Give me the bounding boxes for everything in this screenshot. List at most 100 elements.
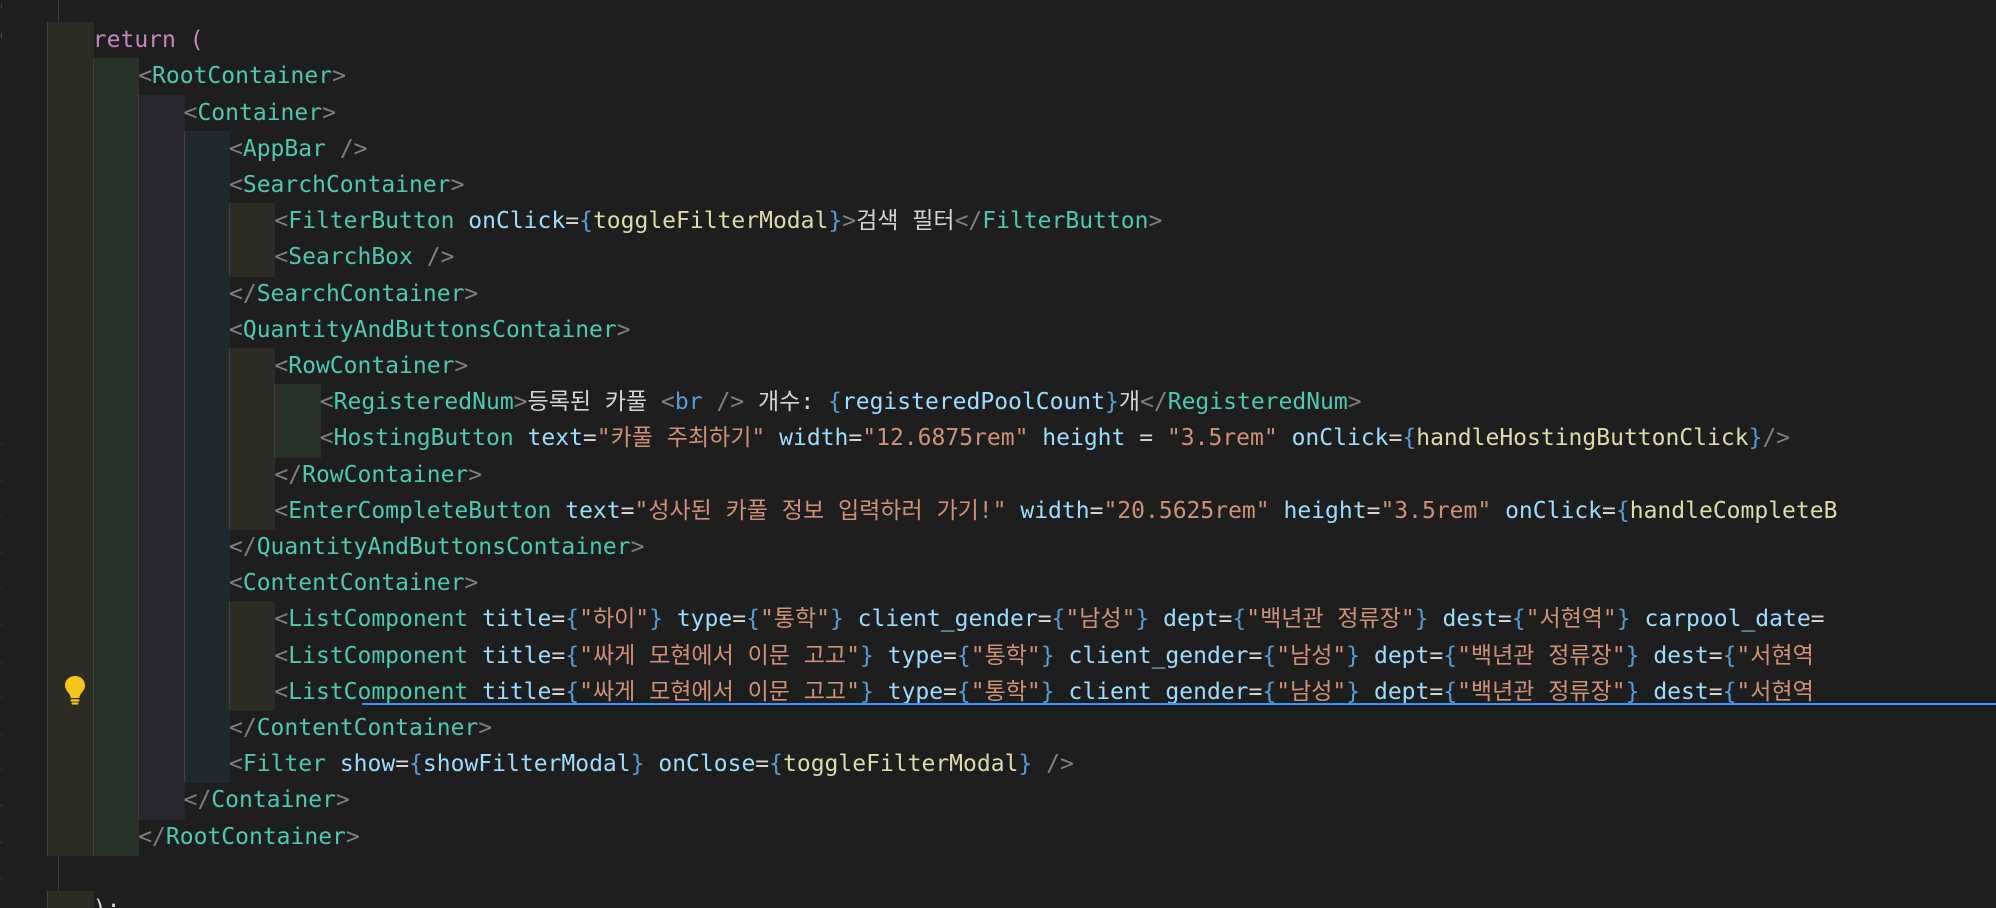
code-token: </: [229, 534, 257, 560]
code-token: ListComponent: [288, 606, 469, 633]
code-token: "성사된 카풀 정보 입력하러 가기!": [634, 497, 1007, 524]
indent-guide: [47, 22, 94, 60]
code-line[interactable]: <ListComponent title={"하이"} type={"통학"} …: [274, 601, 1824, 637]
code-token: EnterCompleteButton: [288, 497, 552, 524]
code-line[interactable]: </QuantityAndButtonsContainer>: [229, 529, 644, 565]
code-token: ListComponent: [288, 678, 469, 705]
code-token: =: [943, 642, 957, 669]
code-token: <: [274, 678, 289, 705]
indent-guide: [92, 492, 140, 530]
line-number: 28: [0, 710, 2, 746]
code-token: HostingButton: [333, 425, 514, 452]
code-token: "백년관 정류장": [1457, 642, 1626, 669]
code-token: }: [1105, 389, 1119, 416]
code-token: />: [716, 389, 745, 416]
code-line[interactable]: <FilterButton onClick={toggleFilterModal…: [274, 203, 1162, 239]
code-token: "서현역: [1736, 678, 1814, 705]
indent-guide: [92, 782, 140, 820]
indent-guide: [92, 818, 140, 856]
code-token: =: [1810, 606, 1825, 633]
code-token: "서현역: [1736, 642, 1814, 669]
code-line[interactable]: <Filter show={showFilterModal} onClose={…: [229, 746, 1074, 782]
code-token: 개: [1118, 389, 1141, 416]
code-editor[interactable]: 8910111213141516171819202122232425262728…: [0, 0, 1996, 908]
code-token: SearchContainer: [242, 172, 451, 198]
line-number: 17: [0, 312, 2, 348]
code-line[interactable]: <SearchContainer>: [229, 167, 464, 203]
code-token: =: [582, 425, 597, 452]
code-token: onClick: [1505, 497, 1603, 524]
code-token: "서현역": [1525, 606, 1617, 633]
code-token: >: [450, 172, 465, 198]
code-token: =: [732, 606, 747, 633]
code-token: toggleFilterModal: [783, 751, 1019, 778]
code-token: "백년관 정류장": [1457, 678, 1626, 705]
code-token: dest: [1653, 642, 1709, 669]
code-token: type: [887, 642, 944, 669]
code-line[interactable]: </ContentContainer>: [229, 710, 492, 746]
code-token: {: [565, 642, 580, 669]
code-token: }: [1616, 606, 1631, 633]
indent-guide: [92, 275, 140, 313]
code-line[interactable]: </Container>: [184, 782, 350, 818]
indent-guide: [138, 311, 185, 349]
indent-guide: [47, 710, 94, 748]
code-line[interactable]: return (: [93, 22, 204, 58]
line-number: 27: [0, 674, 2, 710]
code-line[interactable]: <EnterCompleteButton text="성사된 카풀 정보 입력하…: [274, 493, 1837, 529]
line-number: 25: [0, 601, 2, 637]
code-token: </: [274, 461, 303, 488]
code-token: {: [769, 751, 784, 778]
code-token: >: [478, 715, 493, 741]
indent-guide: [47, 891, 94, 908]
code-token: >: [630, 534, 645, 560]
code-line[interactable]: <ContentContainer>: [229, 565, 478, 601]
code-line[interactable]: <ListComponent title={"싸게 모현에서 이문 고고"} t…: [274, 638, 1813, 674]
code-token: }: [1346, 642, 1361, 669]
indent-guide: [47, 275, 94, 313]
line-number: 24: [0, 565, 2, 601]
code-token: {: [1443, 678, 1458, 705]
code-token: {: [1722, 642, 1737, 669]
code-token: text: [527, 425, 583, 452]
code-token: />: [1046, 751, 1074, 778]
code-token: </: [138, 823, 166, 850]
code-line[interactable]: <HostingButton text="카풀 주최하기" width="12.…: [320, 420, 1790, 456]
code-line[interactable]: </RootContainer>: [138, 819, 360, 855]
indent-guide: [47, 818, 94, 856]
indent-guide: [183, 203, 230, 241]
indent-guide: [92, 130, 140, 168]
code-token: title: [482, 642, 552, 669]
code-token: SearchContainer: [256, 280, 465, 307]
code-token: =: [848, 425, 863, 452]
lightbulb-icon[interactable]: [62, 674, 88, 706]
code-line[interactable]: <SearchBox />: [274, 239, 454, 275]
code-line[interactable]: </RowContainer>: [274, 457, 482, 493]
code-token: =: [1602, 497, 1616, 524]
code-line[interactable]: <RootContainer>: [138, 58, 346, 94]
code-token: {: [956, 642, 971, 669]
code-line[interactable]: <QuantityAndButtonsContainer>: [229, 312, 631, 348]
code-token: {: [746, 606, 760, 633]
code-line[interactable]: <AppBar />: [229, 131, 368, 167]
code-token: }: [1040, 642, 1055, 669]
code-token: }: [1414, 606, 1429, 633]
code-token: =: [551, 678, 566, 705]
code-line[interactable]: </SearchContainer>: [229, 276, 478, 312]
code-token: >: [322, 99, 336, 126]
code-token: =: [395, 751, 410, 778]
code-token: {: [579, 208, 593, 235]
code-line[interactable]: );: [93, 891, 121, 908]
code-line[interactable]: <RegisteredNum>등록된 카풀 <br /> 개수: {regist…: [320, 384, 1362, 420]
indent-guide: [274, 384, 321, 422]
code-line[interactable]: <Container>: [184, 95, 336, 131]
code-token: "남성": [1276, 642, 1347, 669]
indent-guide: [47, 58, 94, 96]
code-token: >: [616, 316, 631, 343]
code-line[interactable]: <RowContainer>: [274, 348, 468, 384]
